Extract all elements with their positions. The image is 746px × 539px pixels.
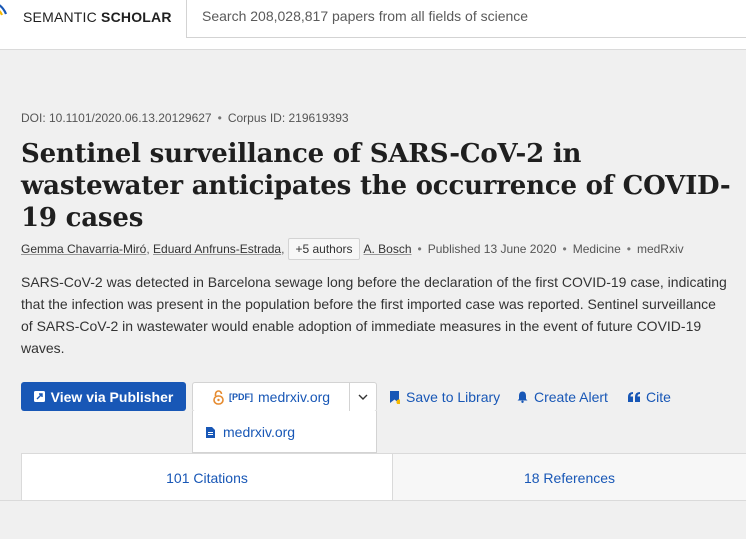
tab-citations-label: 101 Citations	[166, 469, 248, 486]
tab-citations[interactable]: 101 Citations	[21, 453, 393, 501]
chevron-down-icon	[358, 394, 368, 400]
pdf-link-button[interactable]: [PDF] medrxiv.org	[193, 383, 350, 411]
save-to-library-button[interactable]: Save to Library	[390, 387, 500, 407]
pdf-tag: [PDF]	[229, 392, 253, 402]
pdf-dropdown-menu: medrxiv.org	[192, 411, 377, 453]
view-via-publisher-label: View via Publisher	[50, 388, 174, 405]
tabs-divider	[0, 500, 746, 501]
separator-dot: •	[217, 111, 222, 125]
tab-references-label: 18 References	[523, 469, 616, 486]
author-link[interactable]: Gemma Chavarria-Miró	[21, 242, 146, 256]
doi-text: DOI: 10.1101/2020.06.13.20129627	[21, 111, 212, 125]
abstract-text: SARS-CoV-2 was detected in Barcelona sew…	[21, 274, 727, 356]
semantic-scholar-logo-icon	[0, 4, 8, 16]
pdf-dropdown-toggle[interactable]	[350, 383, 376, 411]
bell-icon	[517, 391, 528, 403]
cite-button[interactable]: Cite	[628, 387, 671, 407]
save-to-library-label: Save to Library	[406, 389, 501, 405]
more-authors-button[interactable]: +5 authors	[288, 238, 360, 260]
author-link[interactable]: Eduard Anfruns-Estrada	[153, 242, 281, 256]
search-input[interactable]	[202, 8, 722, 24]
separator-dot: •	[562, 242, 567, 256]
view-via-publisher-button[interactable]: View via Publisher	[21, 382, 186, 411]
create-alert-button[interactable]: Create Alert	[517, 387, 608, 407]
author-list: Gemma Chavarria-Miró, Eduard Anfruns-Est…	[21, 238, 684, 260]
paper-title: Sentinel surveillance of SARS-CoV-2 in w…	[21, 139, 731, 233]
top-nav-bar: SEMANTIC SCHOLAR	[0, 0, 746, 50]
venue[interactable]: medRxiv	[637, 242, 684, 256]
open-lock-icon	[213, 389, 224, 405]
cite-label: Cite	[646, 389, 671, 405]
publication-date: Published 13 June 2020	[427, 242, 557, 256]
paper-tabs: 101 Citations 18 References	[21, 453, 746, 501]
pdf-button-group: [PDF] medrxiv.org	[192, 382, 377, 412]
dropdown-item-label: medrxiv.org	[223, 424, 296, 440]
create-alert-label: Create Alert	[534, 389, 608, 405]
author-link[interactable]: A. Bosch	[364, 242, 412, 256]
corpus-id-text: Corpus ID: 219619393	[227, 111, 349, 125]
quote-icon	[628, 392, 640, 402]
tab-references[interactable]: 18 References	[393, 453, 746, 501]
pdf-source-label: medrxiv.org	[258, 389, 331, 405]
brand-name: SEMANTIC SCHOLAR	[23, 9, 172, 25]
separator-dot: •	[626, 242, 631, 256]
search-box	[186, 0, 746, 38]
pdf-file-icon	[206, 426, 215, 438]
field-of-study[interactable]: Medicine	[573, 242, 621, 256]
paper-identifiers: DOI: 10.1101/2020.06.13.20129627 • Corpus …	[21, 111, 349, 125]
external-link-icon	[33, 391, 45, 402]
dropdown-item-medrxiv[interactable]: medrxiv.org	[206, 424, 295, 440]
bookmark-icon	[390, 390, 400, 404]
separator-dot: •	[417, 242, 422, 256]
